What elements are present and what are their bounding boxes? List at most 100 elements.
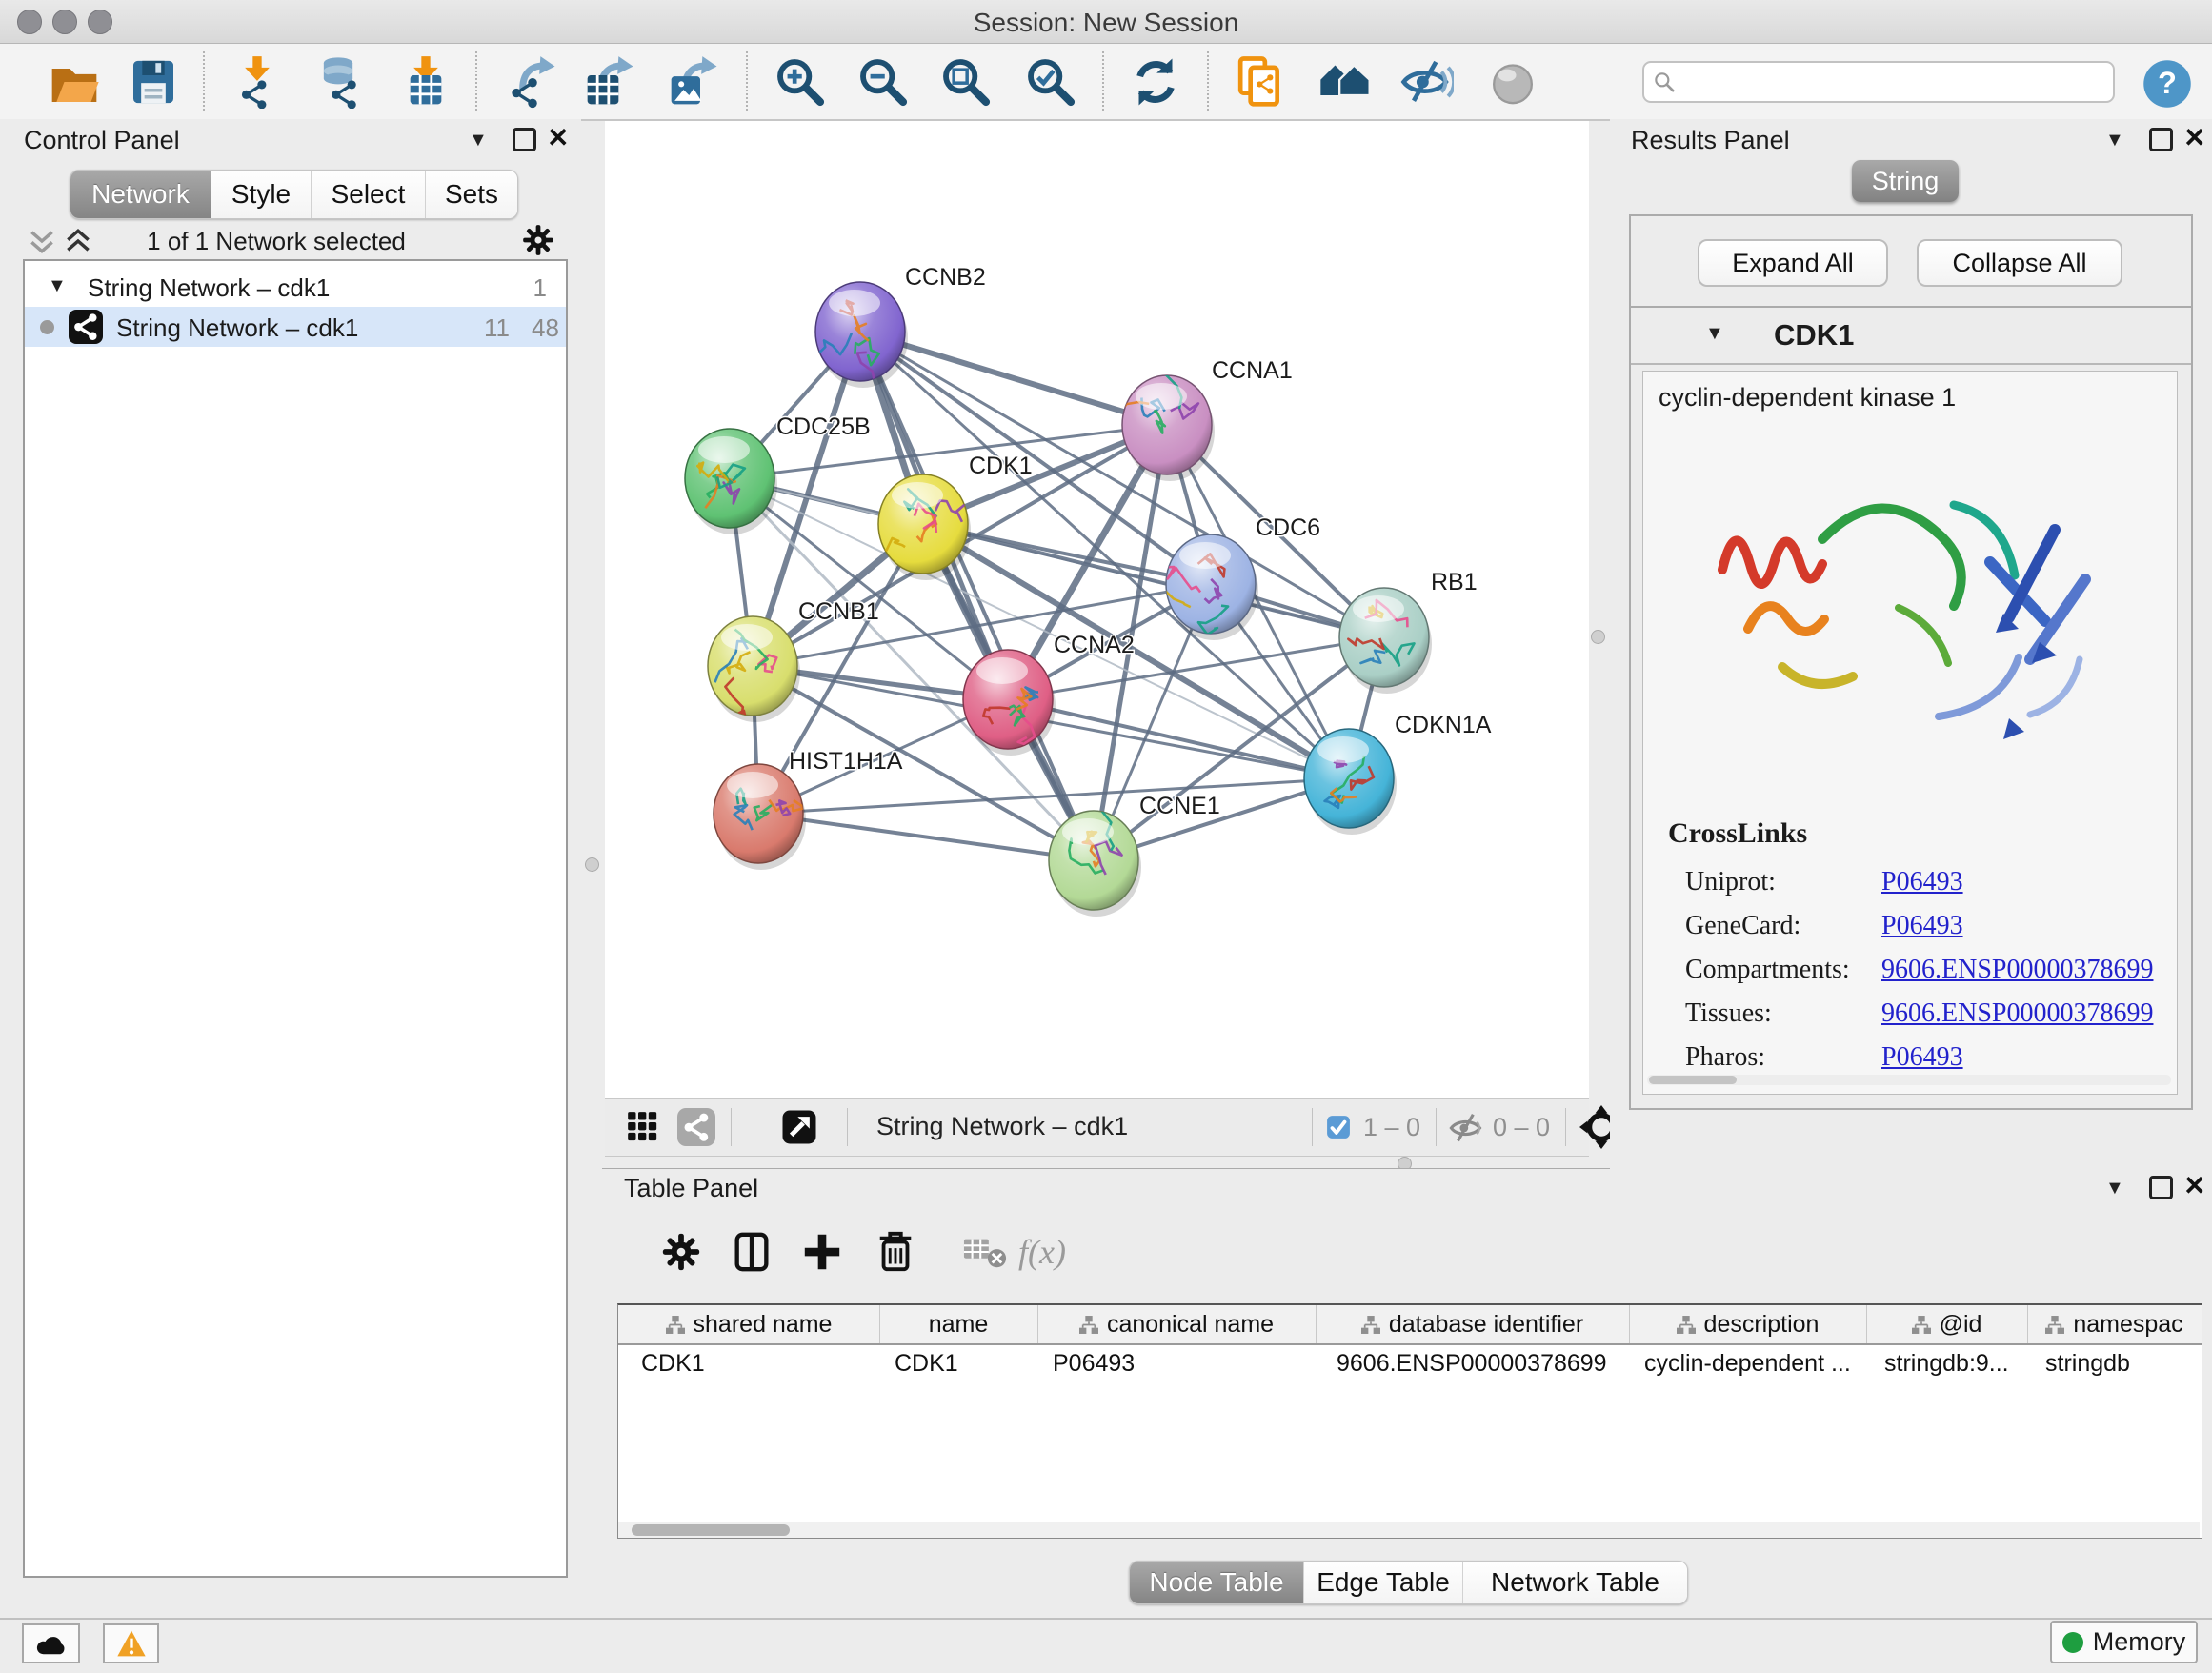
export-table-button[interactable] [583, 55, 636, 109]
column-header-database-identifier[interactable]: database identifier [1316, 1305, 1630, 1343]
search-input[interactable] [1642, 61, 2115, 103]
control-panel-float-icon[interactable] [513, 128, 536, 151]
import-table-file-button[interactable] [399, 55, 452, 109]
column-header-canonical-name[interactable]: canonical name [1037, 1305, 1317, 1343]
network-node-count: 11 [484, 313, 510, 343]
home-button[interactable] [1318, 55, 1372, 109]
collapse-all-button[interactable]: Collapse All [1917, 239, 2122, 287]
export-network-button[interactable] [505, 55, 558, 109]
grid-view-icon[interactable] [624, 1108, 662, 1151]
table-cell[interactable]: CDK1 [879, 1345, 1053, 1381]
network-node-CCNE1[interactable]: CCNE1 [1049, 792, 1220, 917]
network-canvas[interactable]: CCNB2 CCNA1 CDC25B CDK1 CDC6 R [605, 121, 1589, 1098]
cloud-button[interactable] [22, 1623, 80, 1663]
tab-style[interactable]: Style [211, 171, 311, 218]
tab-network[interactable]: Network [70, 171, 211, 218]
column-header--id[interactable]: @id [1866, 1305, 2028, 1343]
memory-button[interactable]: Memory [2050, 1621, 2198, 1663]
gene-expand-icon[interactable]: ▼ [1705, 321, 1724, 346]
column-header-shared-name[interactable]: shared name [618, 1305, 880, 1343]
network-node-CCNB1[interactable]: CCNB1 [708, 598, 879, 722]
node-label-CDC25B: CDC25B [776, 413, 871, 440]
results-panel-float-icon[interactable] [2149, 128, 2173, 151]
network-node-CDC6[interactable]: CDC6 [1144, 514, 1320, 640]
share-view-icon[interactable] [677, 1108, 715, 1146]
results-hscrollbar[interactable] [1649, 1076, 1737, 1084]
create-column-button[interactable] [800, 1230, 844, 1279]
crosslink-value-link[interactable]: 9606.ENSP00000378699 [1881, 955, 2153, 985]
string-network-icon [69, 310, 103, 344]
table-panel-float-icon[interactable] [2149, 1176, 2173, 1199]
gene-header[interactable]: ▼ CDK1 [1631, 308, 2191, 365]
birdseye-view-icon[interactable] [780, 1108, 818, 1151]
table-cell[interactable]: stringdb:9... [1866, 1345, 2045, 1381]
table-cell[interactable]: P06493 [1037, 1345, 1331, 1381]
table-cell[interactable]: stringdb [2027, 1345, 2212, 1381]
collapse-all-networks-icon[interactable] [27, 226, 57, 261]
expand-all-button[interactable]: Expand All [1698, 239, 1888, 287]
import-network-database-button[interactable] [312, 55, 365, 109]
network-edge-CCNA2-CDKN1A[interactable] [1008, 699, 1349, 778]
network-options-gear-icon[interactable] [520, 222, 556, 263]
results-panel-close-icon[interactable]: ✕ [2183, 126, 2205, 151]
network-row-selected[interactable]: String Network – cdk1 11 48 [25, 307, 566, 347]
show-hide-panel-icon [1400, 96, 1454, 112]
zoom-out-button[interactable] [856, 55, 910, 109]
zoom-fit-button[interactable] [939, 55, 993, 109]
control-panel-close-icon[interactable]: ✕ [547, 126, 569, 151]
table-cell[interactable]: CDK1 [618, 1345, 902, 1381]
zoom-selected-button[interactable] [1024, 55, 1077, 109]
network-node-CCNA1[interactable]: CCNA1 [1090, 356, 1292, 481]
expand-all-networks-icon[interactable] [63, 226, 93, 261]
zoom-in-button[interactable] [774, 55, 827, 109]
help-button[interactable]: ? [2142, 58, 2195, 111]
crosslink-value-link[interactable]: P06493 [1881, 911, 1963, 941]
warning-button[interactable] [103, 1623, 159, 1663]
save-session-button[interactable] [127, 55, 180, 109]
network-node-CDKN1A[interactable]: CDKN1A [1304, 712, 1492, 835]
table-cell[interactable]: cyclin-dependent ... [1629, 1345, 1881, 1381]
delete-column-button[interactable] [874, 1230, 917, 1279]
delete-table-button[interactable] [963, 1230, 1007, 1279]
table-hscrollbar[interactable] [632, 1524, 790, 1536]
left-splitter-handle[interactable] [585, 857, 599, 872]
refresh-view-button[interactable] [1129, 55, 1182, 109]
tab-select[interactable]: Select [311, 171, 425, 218]
crosslink-value-link[interactable]: 9606.ENSP00000378699 [1881, 998, 2153, 1029]
column-header-name[interactable]: name [879, 1305, 1038, 1343]
right-splitter-handle[interactable] [1591, 630, 1605, 644]
network-edge-HIST1H1A-CCNE1[interactable] [758, 814, 1094, 860]
function-builder-button[interactable]: f(x) [1018, 1232, 1066, 1272]
network-edge-CCNB2-CCNE1[interactable] [860, 332, 1094, 860]
show-columns-button[interactable] [730, 1230, 774, 1279]
tab-sets[interactable]: Sets [425, 171, 517, 218]
table-panel-collapse-icon[interactable]: ▼ [2105, 1176, 2124, 1200]
crosslink-value-link[interactable]: P06493 [1881, 1042, 1963, 1073]
control-panel-collapse-icon[interactable]: ▼ [469, 128, 488, 152]
clone-network-button[interactable] [1233, 55, 1286, 109]
export-image-button[interactable] [667, 55, 720, 109]
crosslink-value-link[interactable]: P06493 [1881, 867, 1963, 897]
column-header-namespac[interactable]: namespac [2027, 1305, 2202, 1343]
results-panel-collapse-icon[interactable]: ▼ [2105, 128, 2124, 152]
tab-string[interactable]: String [1852, 160, 1959, 202]
refresh-view-icon [1129, 96, 1182, 112]
import-network-file-button[interactable] [231, 55, 284, 109]
table-panel-close-icon[interactable]: ✕ [2183, 1174, 2205, 1199]
collection-expand-icon[interactable]: ▼ [48, 273, 67, 298]
node-label-CCNB1: CCNB1 [798, 598, 879, 625]
hidden-eye-slash-icon[interactable] [1449, 1110, 1485, 1151]
table-settings-button[interactable] [659, 1230, 703, 1279]
graphics-details-button[interactable] [1486, 55, 1539, 109]
selected-checkbox-icon[interactable] [1326, 1115, 1351, 1144]
column-header-description[interactable]: description [1629, 1305, 1867, 1343]
table-tab-node-table[interactable]: Node Table [1130, 1562, 1303, 1603]
open-session-button[interactable] [48, 55, 101, 109]
show-hide-panel-button[interactable] [1400, 55, 1454, 109]
network-node-RB1[interactable]: RB1 [1339, 569, 1478, 694]
table-tab-network-table[interactable]: Network Table [1462, 1562, 1687, 1603]
table-tab-edge-table[interactable]: Edge Table [1303, 1562, 1462, 1603]
network-collection-row[interactable]: ▼ String Network – cdk1 1 [25, 267, 566, 307]
table-cell[interactable]: 9606.ENSP00000378699 [1316, 1345, 1650, 1381]
network-node-HIST1H1A[interactable]: HIST1H1A [714, 748, 903, 870]
